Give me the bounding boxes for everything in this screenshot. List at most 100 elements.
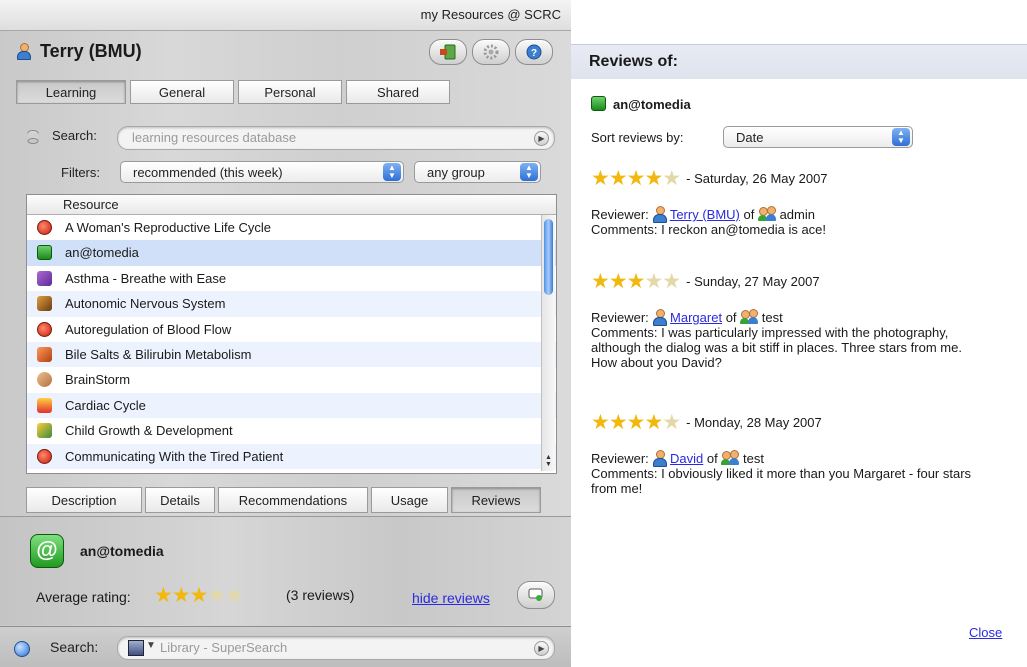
list-item[interactable]: Autonomic Nervous System [27, 291, 556, 317]
select-arrows-icon: ▲ ▼ [383, 163, 401, 181]
reviews-header: Reviews of: [571, 44, 1027, 79]
reviewer-icon [652, 206, 668, 223]
reviewer-group: test [743, 451, 764, 466]
exit-button[interactable] [429, 39, 467, 65]
reviewer-link[interactable]: Terry (BMU) [670, 207, 740, 222]
window-title: my Resources @ SCRC [420, 7, 561, 22]
filters-label: Filters: [61, 165, 100, 180]
bottom-search-label: Search: [50, 639, 99, 655]
tab-usage[interactable]: Usage [371, 487, 448, 513]
review-comments: Comments: I was particularly impressed w… [591, 325, 962, 370]
resource-icon [37, 245, 52, 261]
supersearch-input[interactable]: ▼ Library - SuperSearch ▶ [117, 636, 555, 660]
add-review-button[interactable] [517, 581, 555, 609]
scroll-thumb[interactable] [544, 219, 553, 295]
reviewer-link[interactable]: Margaret [670, 310, 722, 325]
resource-icon [37, 270, 52, 286]
help-icon: ? [526, 44, 542, 60]
list-item[interactable]: Autoregulation of Blood Flow [27, 317, 556, 342]
resource-list: Resource A Woman's Reproductive Life Cyc… [26, 194, 557, 474]
reviewer-label: Reviewer: [591, 207, 649, 222]
resource-detail: @ an@tomedia Average rating: ★★★★★ (3 re… [0, 516, 571, 625]
resources-panel: my Resources @ SCRC Terry (BMU) ? Learni… [0, 0, 571, 667]
library-icon[interactable] [128, 640, 144, 656]
resource-icon [37, 346, 52, 362]
tab-personal[interactable]: Personal [238, 80, 342, 104]
globe-icon [14, 641, 30, 657]
supersearch-bar: Search: ▼ Library - SuperSearch ▶ [0, 626, 571, 667]
search-go-icon[interactable]: ▶ [534, 131, 549, 146]
list-item[interactable]: Communicating With the Tired Patient [27, 443, 556, 469]
review-comments: Comments: I obviously liked it more than… [591, 466, 972, 496]
list-item[interactable]: Child Growth & Development [27, 418, 556, 443]
list-scrollbar[interactable]: ▲ ▼ [541, 215, 555, 471]
reviewer-icon [652, 309, 668, 326]
tab-recommendations[interactable]: Recommendations [218, 487, 368, 513]
group-icon [740, 309, 759, 325]
anatomedia-icon: @ [30, 534, 64, 568]
anatomedia-icon [591, 96, 606, 111]
search-input[interactable]: learning resources database ▶ [117, 126, 555, 150]
list-item[interactable]: BrainStorm [27, 367, 556, 392]
resource-column-header[interactable]: Resource [27, 195, 556, 215]
user-icon [16, 43, 31, 60]
of-label: of [725, 310, 737, 325]
reviews-panel: Reviews of: an@tomedia Sort reviews by: … [571, 0, 1027, 666]
of-label: of [706, 451, 718, 466]
user-header: Terry (BMU) ? [0, 31, 571, 71]
resource-icon [37, 321, 52, 337]
resource-icon [37, 372, 52, 388]
review-date: - Sunday, 27 May 2007 [686, 274, 820, 290]
review-item: ★★★★★ - Saturday, 26 May 2007 Reviewer: T… [591, 168, 1011, 237]
filter-select[interactable]: recommended (this week) ▲ ▼ [120, 161, 404, 183]
svg-text:?: ? [531, 48, 537, 59]
review-date: - Saturday, 26 May 2007 [686, 171, 828, 187]
title-bar: my Resources @ SCRC [0, 0, 571, 31]
resource-icon [37, 448, 52, 464]
group-select[interactable]: any group ▲ ▼ [414, 161, 541, 183]
user-name: Terry (BMU) [40, 41, 142, 61]
detail-title: an@tomedia [80, 543, 164, 559]
tab-reviews[interactable]: Reviews [451, 487, 541, 513]
select-arrows-icon: ▲ ▼ [520, 163, 538, 181]
search-label: Search: [52, 128, 97, 143]
supersearch-placeholder: Library - SuperSearch [160, 640, 288, 655]
help-button[interactable]: ? [515, 39, 553, 65]
of-label: of [743, 207, 755, 222]
tab-details[interactable]: Details [145, 487, 215, 513]
sort-select[interactable]: Date ▲ ▼ [723, 126, 913, 148]
group-icon [721, 450, 740, 466]
reviewer-label: Reviewer: [591, 310, 649, 325]
close-link[interactable]: Close [969, 625, 1002, 640]
gear-icon [483, 44, 499, 60]
resource-icon [37, 296, 52, 312]
reviewer-group: admin [779, 207, 815, 222]
reviewer-icon [652, 450, 668, 467]
search-placeholder: learning resources database [132, 130, 297, 145]
scroll-arrows-icon[interactable]: ▲ ▼ [545, 454, 552, 468]
settings-button[interactable] [472, 39, 510, 65]
reviews-heading: Reviews of: [589, 53, 678, 70]
supersearch-go-icon[interactable]: ▶ [534, 641, 549, 656]
reviewer-label: Reviewer: [591, 451, 649, 466]
hide-reviews-link[interactable]: hide reviews [412, 590, 490, 606]
filter-value: recommended (this week) [133, 165, 283, 180]
sort-label: Sort reviews by: [591, 130, 684, 145]
list-item[interactable]: A Woman's Reproductive Life Cycle [27, 215, 556, 240]
list-item[interactable]: Asthma - Breathe with Ease [27, 266, 556, 291]
tab-description[interactable]: Description [26, 487, 142, 513]
tab-learning[interactable]: Learning [16, 80, 126, 104]
select-arrows-icon: ▲ ▼ [892, 128, 910, 146]
tab-shared[interactable]: Shared [346, 80, 450, 104]
resource-icon [37, 423, 52, 439]
reviewer-group: test [761, 310, 783, 325]
main-tabs: Learning General Personal Shared [16, 80, 454, 104]
review-date: - Monday, 28 May 2007 [686, 415, 822, 431]
list-item[interactable]: Cardiac Cycle [27, 392, 556, 419]
reviewer-link[interactable]: David [670, 451, 703, 466]
database-icon [27, 130, 39, 144]
chevron-down-icon[interactable]: ▼ [146, 640, 156, 651]
list-item-selected[interactable]: an@tomedia [27, 240, 556, 266]
tab-general[interactable]: General [130, 80, 234, 104]
list-item[interactable]: Bile Salts & Bilirubin Metabolism [27, 341, 556, 368]
